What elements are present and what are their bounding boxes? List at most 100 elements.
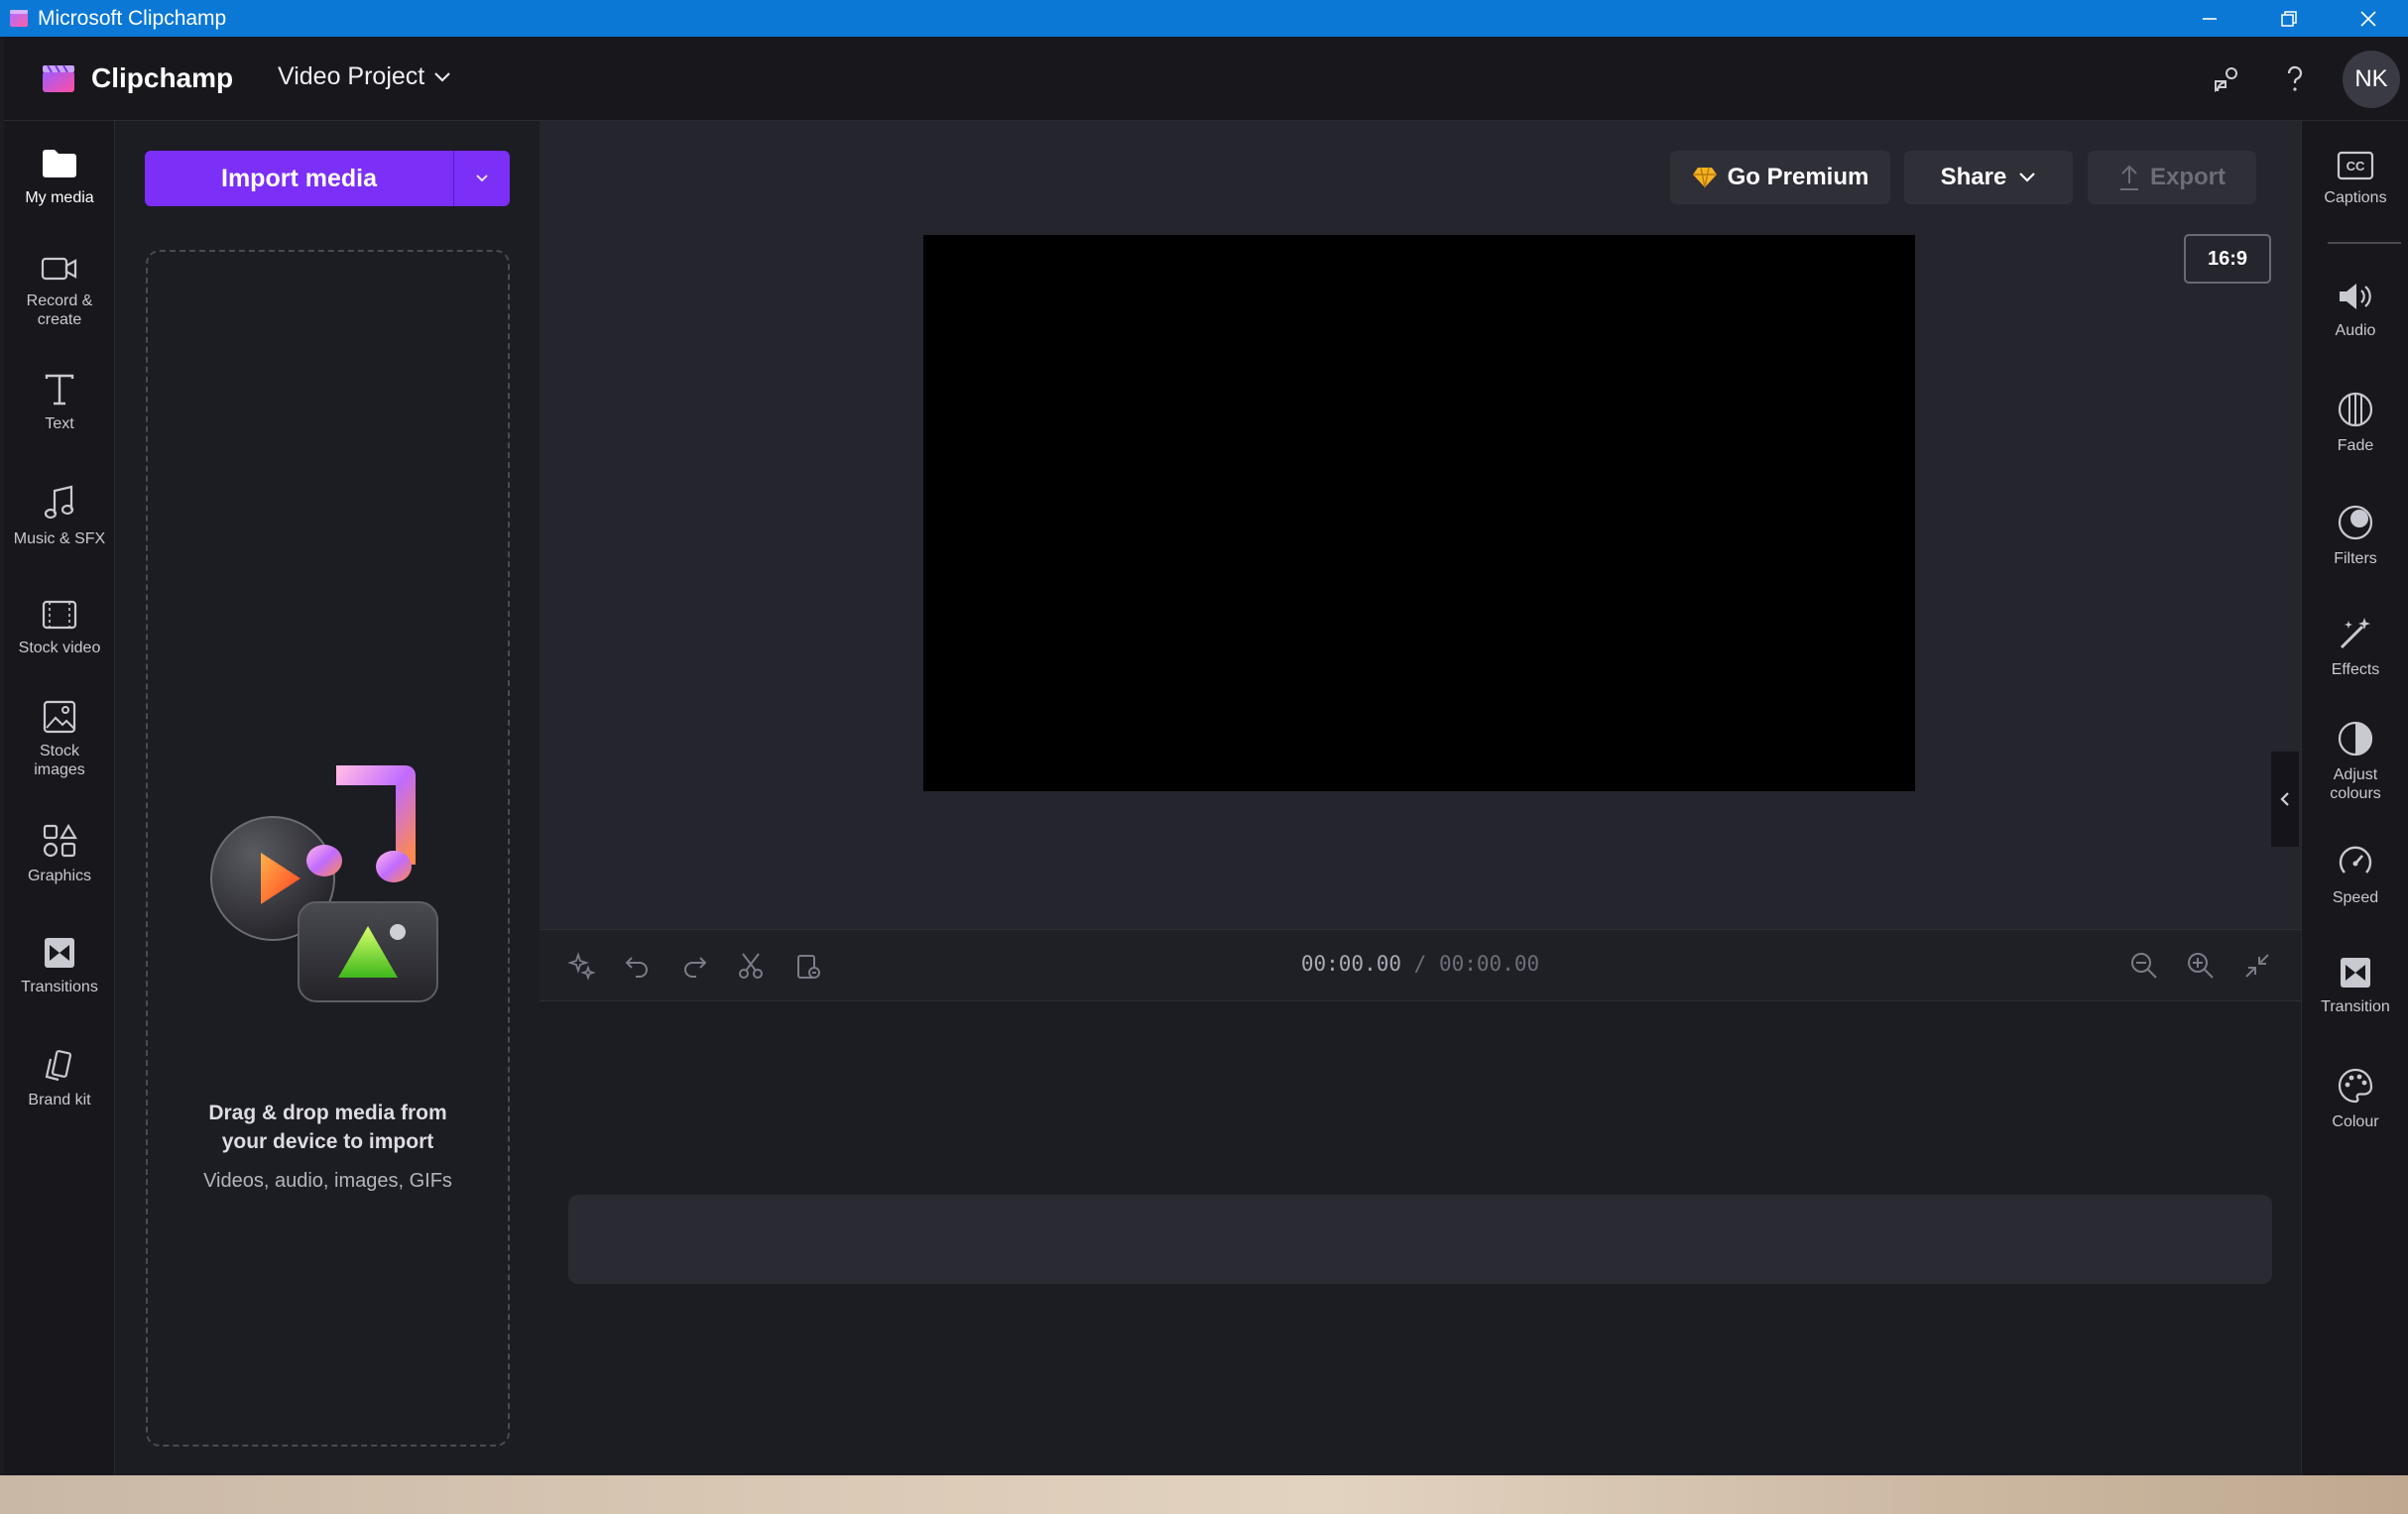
nav-item-my-media[interactable]: My media [4,147,115,207]
nav-label: My media [25,189,94,206]
transition-icon [45,938,74,968]
nav-item-graphics[interactable]: Graphics [4,823,115,885]
svg-text:CC: CC [2347,159,2365,174]
avatar[interactable]: NK [2343,50,2400,108]
chevron-down-icon [434,71,451,82]
prop-item-colour[interactable]: Colour [2302,1067,2408,1131]
prop-label: Captions [2324,189,2387,206]
prop-item-fade[interactable]: Fade [2302,391,2408,455]
project-name-dropdown[interactable]: Video Project [278,62,452,91]
collapse-properties-panel-button[interactable] [2271,752,2299,847]
half-circle-icon [2338,721,2373,757]
nav-label: Text [45,415,74,432]
window-controls [2170,0,2408,37]
nav-label: Stock images [34,743,85,778]
help-button[interactable] [2275,59,2315,99]
nav-label: Graphics [27,868,92,884]
nav-item-text[interactable]: Text [4,373,115,433]
feedback-icon [2215,66,2237,92]
timeline-toolbar: 00:00.00 / 00:00.00 [540,929,2301,1001]
nav-item-transitions[interactable]: Transitions [4,936,115,996]
feedback-button[interactable] [2208,59,2247,99]
minimize-icon [2203,17,2217,20]
filters-icon [2338,505,2373,540]
video-preview-canvas[interactable] [923,235,1915,791]
zoom-in-button[interactable] [2183,948,2219,984]
clipchamp-logo-icon [43,64,74,92]
nav-item-stock-images[interactable]: Stock images [4,700,115,779]
timecode: 00:00.00 / 00:00.00 [540,952,2301,976]
timeline-track[interactable] [568,1195,2272,1284]
nav-item-music-sfx[interactable]: Music & SFX [4,484,115,548]
fade-icon [2338,392,2373,427]
palette-icon [2338,1068,2373,1104]
zoom-out-icon [2131,953,2157,979]
zoom-out-button[interactable] [2126,948,2162,984]
timeline-area [540,1001,2301,1475]
brand[interactable]: Clipchamp [42,62,233,94]
upload-icon [2119,165,2138,190]
text-icon [45,374,74,406]
shapes-icon [43,823,77,858]
prop-label: Speed [2332,889,2379,906]
prop-item-speed[interactable]: Speed [2302,843,2408,907]
properties-rail: CC Captions Audio Fade Filters Effects A… [2301,121,2408,1475]
go-premium-button[interactable]: Go Premium [1670,151,1890,204]
prop-label: Fade [2337,437,2374,454]
nav-item-stock-video[interactable]: Stock video [4,599,115,657]
prop-item-effects[interactable]: Effects [2302,615,2408,679]
chevron-down-icon [476,175,488,182]
brand-name: Clipchamp [91,62,234,93]
minimize-button[interactable] [2170,0,2249,37]
import-media-button[interactable]: Import media [145,151,453,206]
app-header: Clipchamp Video Project NK [4,37,2408,121]
nav-label: Transitions [21,979,98,995]
window-title: Microsoft Clipchamp [38,6,227,30]
magic-wand-icon [2340,618,2370,649]
header-actions: NK [2208,37,2408,121]
music-note-icon [44,485,74,520]
close-window-button[interactable] [2329,0,2408,37]
folder-icon [43,150,76,177]
prop-label: Adjust colours [2330,766,2381,802]
prop-item-adjust-colours[interactable]: Adjust colours [2302,720,2408,803]
transition-icon [2341,958,2370,988]
export-button[interactable]: Export [2088,151,2256,204]
media-dropzone[interactable]: Drag & drop media from your device to im… [146,250,510,1447]
prop-item-captions[interactable]: CC Captions [2302,151,2408,207]
prop-label: Audio [2335,322,2376,339]
left-nav-rail: My media Record & create Text Music & SF… [4,121,115,1475]
prop-item-filters[interactable]: Filters [2302,504,2408,568]
close-icon [2360,10,2376,27]
prop-label: Effects [2331,661,2380,678]
prop-label: Filters [2334,550,2377,567]
rail-separator [2328,242,2401,244]
help-icon [2287,65,2303,91]
window-titlebar: Microsoft Clipchamp [0,0,2408,37]
nav-item-record-create[interactable]: Record & create [4,254,115,329]
nav-item-brand-kit[interactable]: Brand kit [4,1049,115,1109]
restore-button[interactable] [2249,0,2329,37]
project-name: Video Project [278,62,425,90]
prop-item-audio[interactable]: Audio [2302,280,2408,340]
desktop-background [0,1475,2408,1514]
export-label: Export [2149,164,2226,190]
speedometer-icon [2339,846,2372,873]
dropzone-title: Drag & drop media from your device to im… [208,1102,447,1153]
time-separator: / [1413,952,1427,976]
nav-label: Stock video [18,640,101,656]
image-icon [43,700,76,734]
brand-kit-icon [45,1050,72,1082]
prop-label: Transition [2321,998,2390,1015]
prop-item-transition[interactable]: Transition [2302,956,2408,1016]
current-time: 00:00.00 [1300,952,1402,976]
aspect-ratio-button[interactable]: 16:9 [2184,234,2271,284]
share-button[interactable]: Share [1904,151,2073,204]
nav-label: Record & create [26,292,93,328]
chevron-down-icon [2019,173,2036,182]
fit-timeline-button[interactable] [2239,948,2275,984]
collapse-arrows-icon [2245,954,2269,978]
go-premium-label: Go Premium [1727,164,1869,190]
clipchamp-app-icon [10,9,28,27]
import-options-button[interactable] [454,151,510,206]
